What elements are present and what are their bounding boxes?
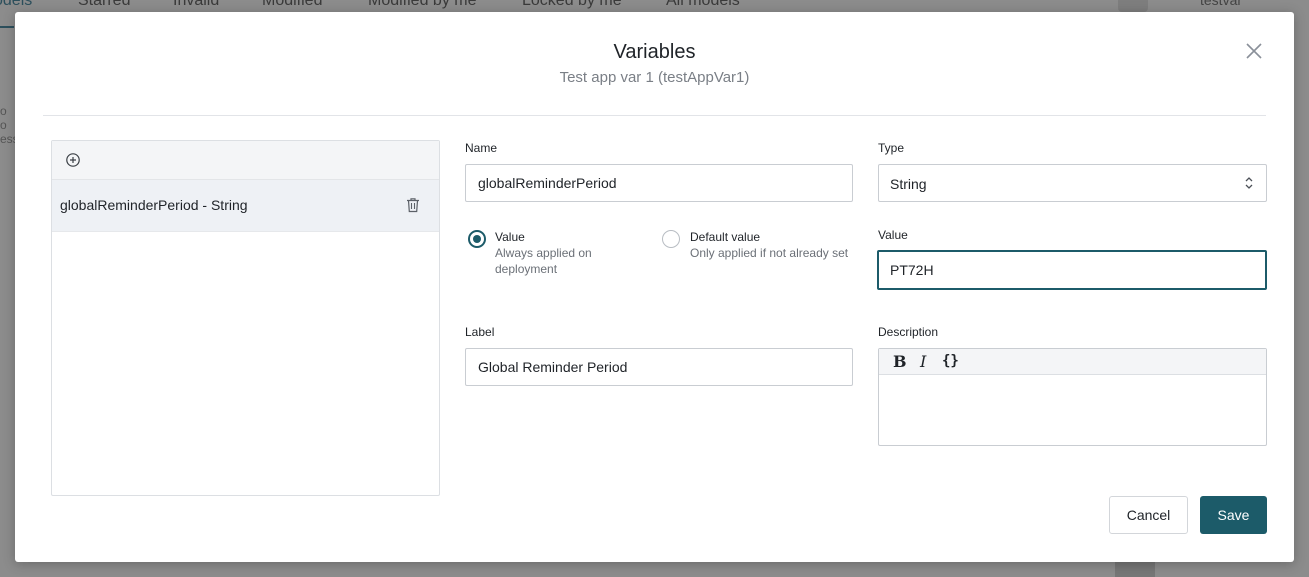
description-label: Description	[878, 325, 939, 339]
header-divider	[43, 115, 1266, 116]
name-input[interactable]	[465, 164, 853, 202]
trash-icon[interactable]	[406, 197, 420, 213]
bg-tab-invalid: Invalid	[173, 0, 220, 9]
bold-button[interactable]: B	[893, 352, 907, 371]
bg-tab-models: odels	[0, 0, 33, 9]
bg-tab-modified-by-me: Modified by me	[368, 0, 477, 9]
code-button[interactable]: {}	[942, 353, 959, 369]
bg-tab-all-models: All models	[666, 0, 740, 9]
value-input[interactable]	[877, 250, 1267, 290]
description-textarea[interactable]	[879, 375, 1266, 445]
add-circle-icon[interactable]	[65, 152, 81, 168]
bg-search-icon	[1118, 0, 1148, 12]
cancel-button[interactable]: Cancel	[1109, 496, 1188, 534]
bg-tab-modified: Modified	[262, 0, 323, 9]
modal-title: Variables	[613, 41, 696, 63]
list-item-label: globalReminderPeriod - String	[60, 197, 248, 213]
radio-value-description: Always applied on deployment	[495, 246, 592, 276]
italic-button[interactable]: I	[920, 352, 926, 371]
variable-list: globalReminderPeriod - String	[51, 140, 440, 496]
list-toolbar	[52, 141, 439, 180]
type-select[interactable]: String	[878, 164, 1267, 202]
editor-toolbar: B I {}	[879, 349, 1266, 375]
modal-subtitle: Test app var 1 (testAppVar1)	[559, 69, 750, 86]
save-button[interactable]: Save	[1200, 496, 1267, 534]
radio-default-value[interactable]	[662, 230, 680, 248]
close-icon[interactable]	[1244, 41, 1264, 61]
radio-default-value-title: Default value	[690, 230, 761, 244]
label-label: Label	[465, 325, 495, 339]
radio-value-title: Value	[495, 230, 525, 244]
description-editor: B I {}	[878, 348, 1267, 446]
bg-bottom-element	[1115, 562, 1155, 577]
chevron-up-down-icon	[1244, 175, 1254, 191]
radio-value[interactable]	[468, 230, 486, 248]
list-item[interactable]: globalReminderPeriod - String	[52, 180, 439, 232]
bg-tab-locked-by-me: Locked by me	[522, 0, 622, 9]
bg-user-text: testvar	[1200, 0, 1243, 8]
bg-tab-starred: Starred	[78, 0, 131, 9]
variables-modal: Variables Test app var 1 (testAppVar1) g…	[15, 12, 1294, 562]
name-label: Name	[465, 141, 498, 155]
type-label: Type	[878, 141, 905, 155]
bg-tab-underline	[0, 26, 14, 28]
value-label: Value	[878, 228, 908, 242]
label-input[interactable]	[465, 348, 853, 386]
radio-default-value-description: Only applied if not already set	[690, 246, 849, 260]
type-select-value: String	[890, 176, 927, 192]
